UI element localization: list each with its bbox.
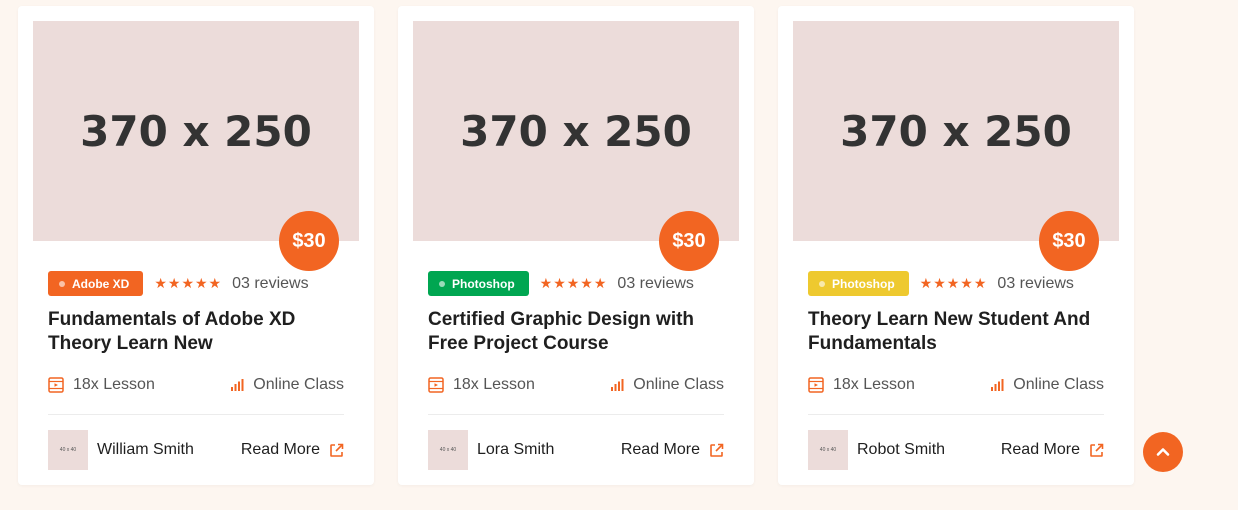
card-divider [428,414,724,415]
lesson-count-label: 18x Lesson [73,376,155,393]
course-card: 370 x 250 $30 Photoshop ★★★★★ 03 reviews… [778,6,1134,485]
author-name: Robot Smith [857,441,946,458]
review-count: 03 reviews [997,274,1074,292]
author[interactable]: 40 x 40 Robot Smith [808,430,945,470]
card-footer: 40 x 40 William Smith Read More [48,430,344,470]
class-type-label: Online Class [253,376,344,393]
course-card-list: 370 x 250 $30 Adobe XD ★★★★★ 03 reviews … [18,6,1134,485]
video-lesson-icon [808,377,824,393]
card-divider [808,414,1104,415]
author[interactable]: 40 x 40 Lora Smith [428,430,554,470]
price-badge: $30 [659,211,719,271]
class-type: Online Class [610,376,724,394]
class-type: Online Class [990,376,1104,394]
rating-stars: ★★★★★ [154,275,223,291]
read-more-label: Read More [240,441,320,458]
signal-bars-icon [991,379,1004,391]
avatar: 40 x 40 [428,430,468,470]
course-title[interactable]: Theory Learn New Student And Fundamental… [808,308,1108,356]
signal-bars-icon [231,379,244,391]
course-card: 370 x 250 $30 Adobe XD ★★★★★ 03 reviews … [18,6,374,485]
course-meta: Adobe XD ★★★★★ 03 reviews [48,271,309,296]
external-link-icon [1090,443,1104,457]
lesson-count-label: 18x Lesson [833,376,915,393]
lesson-count-label: 18x Lesson [453,376,535,393]
price-badge: $30 [279,211,339,271]
tag-dot-icon [819,280,825,287]
external-link-icon [710,443,724,457]
class-type-label: Online Class [633,376,724,393]
video-lesson-icon [428,377,444,393]
category-tag[interactable]: Adobe XD [48,271,144,296]
tag-dot-icon [59,280,65,287]
course-info: 18x Lesson Online Class [808,376,1104,394]
external-link-icon [330,443,344,457]
category-label: Adobe XD [72,276,130,291]
review-count: 03 reviews [232,274,309,292]
scroll-to-top-button[interactable] [1143,432,1183,472]
chevron-up-icon [1156,448,1170,456]
lesson-count: 18x Lesson [808,376,915,394]
read-more-link[interactable]: Read More [1001,441,1104,459]
category-label: Photoshop [832,276,895,291]
author[interactable]: 40 x 40 William Smith [48,430,194,470]
read-more-label: Read More [1000,441,1080,458]
course-image[interactable]: 370 x 250 [793,21,1119,241]
course-grid-page: 370 x 250 $30 Adobe XD ★★★★★ 03 reviews … [0,0,1238,510]
course-info: 18x Lesson Online Class [48,376,344,394]
course-meta: Photoshop ★★★★★ 03 reviews [428,271,694,296]
avatar: 40 x 40 [48,430,88,470]
tag-dot-icon [439,280,445,287]
video-lesson-icon [48,377,64,393]
avatar: 40 x 40 [808,430,848,470]
course-image[interactable]: 370 x 250 [33,21,359,241]
course-card: 370 x 250 $30 Photoshop ★★★★★ 03 reviews… [398,6,754,485]
rating-stars: ★★★★★ [539,275,608,291]
lesson-count: 18x Lesson [428,376,535,394]
course-image[interactable]: 370 x 250 [413,21,739,241]
course-meta: Photoshop ★★★★★ 03 reviews [808,271,1074,296]
rating-stars: ★★★★★ [919,275,988,291]
course-title[interactable]: Fundamentals of Adobe XD Theory Learn Ne… [48,308,348,356]
category-tag[interactable]: Photoshop [428,271,529,296]
card-divider [48,414,344,415]
course-title[interactable]: Certified Graphic Design with Free Proje… [428,308,728,356]
author-name: William Smith [97,441,194,458]
course-info: 18x Lesson Online Class [428,376,724,394]
category-tag[interactable]: Photoshop [808,271,909,296]
lesson-count: 18x Lesson [48,376,155,394]
read-more-link[interactable]: Read More [621,441,724,459]
category-label: Photoshop [452,276,515,291]
price-badge: $30 [1039,211,1099,271]
card-footer: 40 x 40 Lora Smith Read More [428,430,724,470]
author-name: Lora Smith [477,441,555,458]
class-type: Online Class [230,376,344,394]
class-type-label: Online Class [1013,376,1104,393]
review-count: 03 reviews [617,274,694,292]
read-more-link[interactable]: Read More [241,441,344,459]
read-more-label: Read More [620,441,700,458]
signal-bars-icon [611,379,624,391]
card-footer: 40 x 40 Robot Smith Read More [808,430,1104,470]
